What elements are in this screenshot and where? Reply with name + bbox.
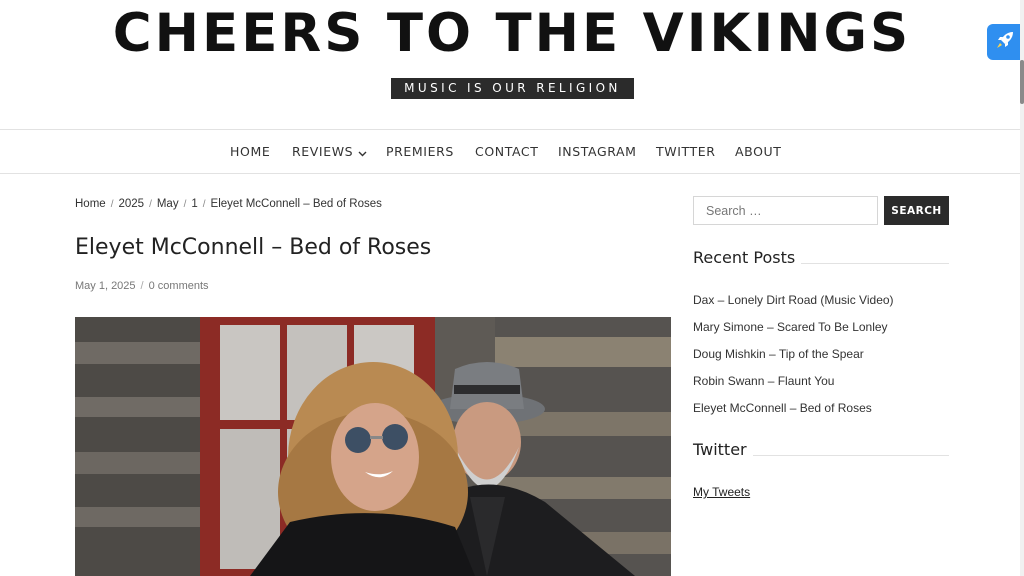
post-date[interactable]: May 1, 2025 <box>75 280 136 292</box>
recent-post-link[interactable]: Robin Swann – Flaunt You <box>693 373 834 389</box>
post-comments-link[interactable]: 0 comments <box>149 280 209 292</box>
chevron-down-icon <box>358 131 367 174</box>
nav-item-home[interactable]: HOME <box>230 130 270 173</box>
nav-item-twitter[interactable]: TWITTER <box>656 130 716 173</box>
rocket-button[interactable] <box>987 24 1023 60</box>
breadcrumb-separator: / <box>202 199 206 210</box>
post-title: Eleyet McConnell – Bed of Roses <box>75 235 432 260</box>
nav-menu: HOME REVIEWS PREMIERS CONTACT INSTAGRAM … <box>0 130 1020 173</box>
main-navigation: HOME REVIEWS PREMIERS CONTACT INSTAGRAM … <box>0 129 1020 174</box>
site-title[interactable]: CHEERS TO THE VIKINGS <box>0 2 1024 66</box>
page-scrollbar[interactable] <box>1020 0 1024 576</box>
nav-item-reviews[interactable]: REVIEWS <box>292 130 367 173</box>
scrollbar-thumb[interactable] <box>1020 60 1024 104</box>
breadcrumb: Home / 2025 / May / 1 / Eleyet McConnell – Bed o… <box>75 196 382 213</box>
featured-image <box>75 317 671 576</box>
meta-separator: / <box>140 280 144 292</box>
nav-item-reviews-label: REVIEWS <box>292 144 354 159</box>
nav-item-premiers[interactable]: PREMIERS <box>386 130 454 173</box>
nav-item-contact[interactable]: CONTACT <box>475 130 538 173</box>
recent-posts-title: Recent Posts <box>693 248 802 268</box>
twitter-widget-title: Twitter <box>693 440 753 460</box>
breadcrumb-month[interactable]: May <box>157 198 179 210</box>
recent-post-link[interactable]: Eleyet McConnell – Bed of Roses <box>693 400 872 416</box>
recent-post-link[interactable]: Dax – Lonely Dirt Road (Music Video) <box>693 292 894 308</box>
my-tweets-link[interactable]: My Tweets <box>693 484 750 500</box>
nav-item-instagram[interactable]: INSTAGRAM <box>558 130 637 173</box>
breadcrumb-separator: / <box>183 199 187 210</box>
recent-post-link[interactable]: Mary Simone – Scared To Be Lonley <box>693 319 888 335</box>
post-meta: May 1, 2025 / 0 comments <box>75 278 209 294</box>
rocket-icon <box>993 28 1017 57</box>
search-button[interactable]: SEARCH <box>884 196 949 225</box>
breadcrumb-home[interactable]: Home <box>75 198 106 210</box>
breadcrumb-current: Eleyet McConnell – Bed of Roses <box>210 198 382 210</box>
nav-item-about[interactable]: ABOUT <box>735 130 782 173</box>
breadcrumb-year[interactable]: 2025 <box>118 198 144 210</box>
search-input[interactable] <box>693 196 878 225</box>
breadcrumb-day[interactable]: 1 <box>191 198 197 210</box>
recent-post-link[interactable]: Doug Mishkin – Tip of the Spear <box>693 346 864 362</box>
breadcrumb-separator: / <box>110 199 114 210</box>
breadcrumb-separator: / <box>149 199 152 210</box>
site-tagline: MUSIC IS OUR RELIGION <box>391 78 634 99</box>
